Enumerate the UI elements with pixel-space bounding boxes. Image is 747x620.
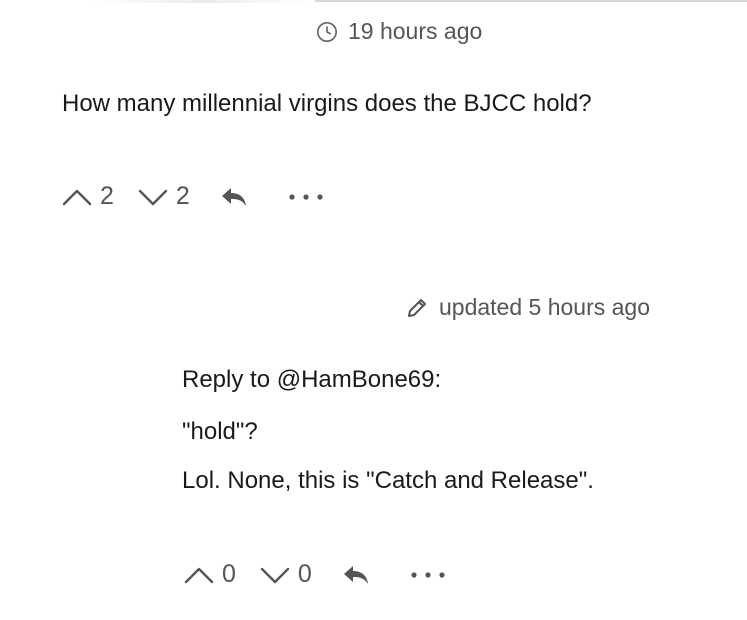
more-dots-icon — [286, 192, 326, 202]
reply-timestamp-row: updated 5 hours ago — [405, 294, 650, 321]
reply-button[interactable] — [220, 186, 248, 208]
comment-thread: 19 hours ago How many millennial virgins… — [0, 0, 747, 620]
reply-arrow-icon — [220, 186, 248, 208]
chevron-down-icon — [136, 186, 170, 208]
chevron-down-icon — [258, 564, 292, 586]
comment-body: How many millennial virgins does the BJC… — [62, 90, 592, 117]
downvote-button[interactable]: 2 — [136, 182, 190, 211]
top-divider — [315, 0, 747, 2]
upvote-button[interactable]: 2 — [60, 182, 114, 211]
reply-upvote-count: 0 — [222, 560, 236, 588]
reply-timestamp: updated 5 hours ago — [439, 294, 651, 320]
comment-timestamp-row: 19 hours ago — [316, 18, 482, 45]
reply-actions: 0 0 — [182, 560, 448, 589]
downvote-count: 2 — [175, 182, 190, 210]
upvote-count: 2 — [100, 182, 114, 210]
clock-icon — [316, 21, 338, 43]
chevron-up-icon — [60, 186, 94, 208]
reply-arrow-icon — [342, 564, 370, 586]
reply-downvote-count: 0 — [297, 560, 312, 588]
reply-reply-button[interactable] — [342, 564, 370, 586]
more-dots-icon — [408, 570, 448, 580]
reply-more-options-button[interactable] — [408, 570, 448, 580]
reply-body-line: Lol. None, this is "Catch and Release". — [182, 467, 594, 494]
chevron-up-icon — [182, 564, 216, 586]
top-divider-shadow — [90, 0, 315, 3]
pencil-icon — [405, 296, 429, 320]
more-options-button[interactable] — [286, 192, 326, 202]
reply-mention-line: Reply to @HamBone69: — [182, 366, 442, 393]
reply-downvote-button[interactable]: 0 — [258, 560, 312, 589]
reply-upvote-button[interactable]: 0 — [182, 560, 236, 589]
comment-timestamp: 19 hours ago — [348, 18, 483, 44]
comment-actions: 2 2 — [60, 182, 326, 211]
reply-quote-line: "hold"? — [182, 418, 258, 445]
